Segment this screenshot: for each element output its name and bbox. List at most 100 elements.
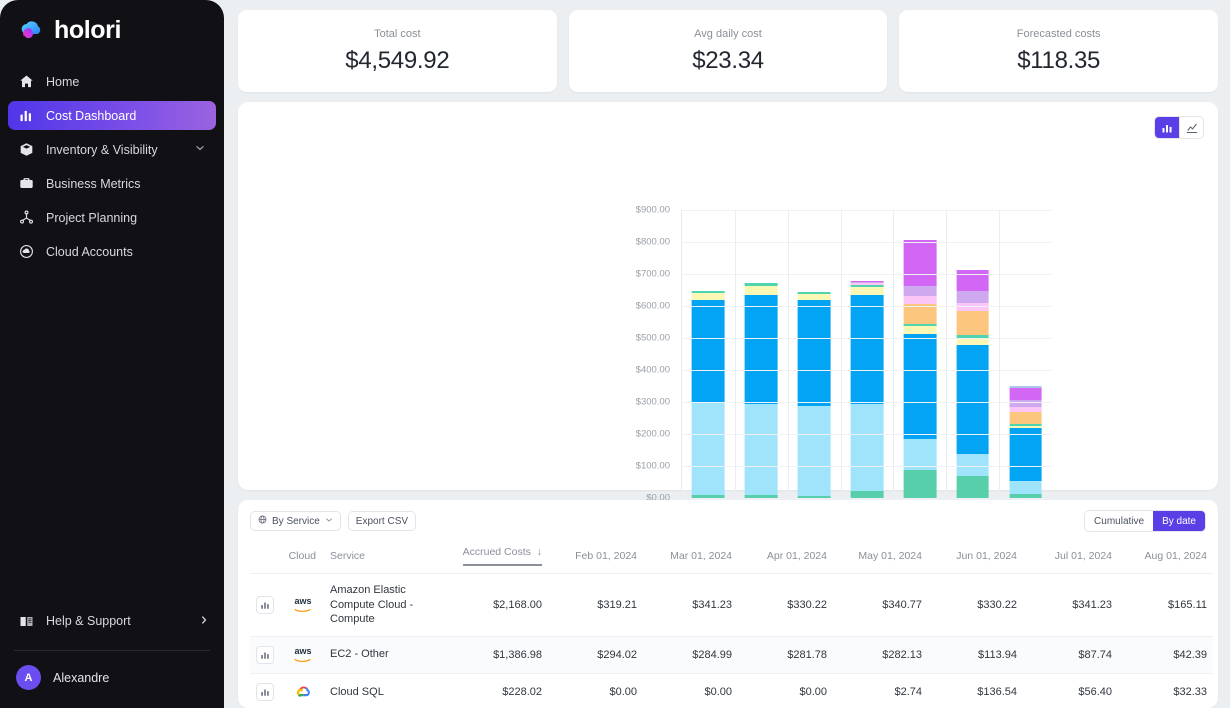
sidebar-item-home[interactable]: Home <box>8 67 216 96</box>
help-and-support-item[interactable]: Help & Support <box>18 606 210 636</box>
row-month-cost: $0.00 <box>643 673 738 708</box>
chart-bar-segment <box>956 345 989 454</box>
chart-bar-segment <box>956 476 989 498</box>
chart-type-toggle <box>1154 116 1204 139</box>
kpi-label: Total cost <box>374 28 420 40</box>
row-chart-button-cell <box>250 574 278 637</box>
row-month-cost: $87.74 <box>1023 636 1118 673</box>
chart-vertical-gridline <box>788 210 789 530</box>
row-month-cost: $56.40 <box>1023 673 1118 708</box>
bar-chart-icon <box>18 108 34 124</box>
table-row[interactable]: awsAmazon Elastic Compute Cloud - Comput… <box>250 574 1213 637</box>
cost-chart-panel: $900.00$800.00$700.00$600.00$500.00$400.… <box>238 102 1218 490</box>
y-axis-tick-label: $500.00 <box>636 333 670 344</box>
globe-icon <box>258 515 267 527</box>
chart-bar-segment <box>1009 412 1042 425</box>
briefcase-icon <box>18 176 34 192</box>
brand-name: holori <box>54 16 121 45</box>
chevron-down-icon <box>325 516 333 527</box>
chart-stacked-bar[interactable] <box>1009 386 1042 498</box>
chart-bar-segment <box>851 287 884 295</box>
chart-bar-segment <box>851 404 884 491</box>
chart-bar-segment <box>1009 388 1042 400</box>
row-bar-chart-icon[interactable] <box>256 646 274 664</box>
cost-table-panel: By Service Export CSV Cumulative By date… <box>238 500 1218 708</box>
row-bar-chart-icon[interactable] <box>256 683 274 701</box>
row-month-cost: $281.78 <box>738 636 833 673</box>
sidebar-item-label: Cost Dashboard <box>46 109 206 123</box>
kpi-total-cost: Total cost $4,549.92 <box>238 10 557 92</box>
chart-vertical-gridline <box>841 210 842 530</box>
chart-bar-segment <box>745 295 778 404</box>
by-date-button[interactable]: By date <box>1153 511 1205 531</box>
row-service-name: Cloud SQL <box>322 673 440 708</box>
chart-stacked-bar[interactable] <box>798 292 831 498</box>
sidebar-item-label: Inventory & Visibility <box>46 143 182 157</box>
sidebar-item-cloud-accounts[interactable]: Cloud Accounts <box>8 237 216 266</box>
sidebar: holori Home Cost Dashboard Inventory & V… <box>0 0 224 708</box>
app-root: holori Home Cost Dashboard Inventory & V… <box>0 0 1230 708</box>
chart-bar-segment <box>903 286 936 296</box>
row-month-cost: $136.54 <box>928 673 1023 708</box>
kpi-cards: Total cost $4,549.92 Avg daily cost $23.… <box>238 10 1218 92</box>
row-cloud-provider-logo: aws <box>278 574 322 637</box>
chart-bar-segment <box>903 326 936 333</box>
row-month-cost: $294.02 <box>548 636 643 673</box>
chart-bar-segment <box>903 240 936 285</box>
chart-bar-segment <box>903 334 936 440</box>
row-bar-chart-icon[interactable] <box>256 596 274 614</box>
toggle-line-chart[interactable] <box>1179 117 1203 138</box>
group-by-label: By Service <box>272 516 320 527</box>
row-month-cost: $2.74 <box>833 673 928 708</box>
sort-desc-icon: ↓ <box>534 546 542 558</box>
hierarchy-icon <box>18 210 34 226</box>
chevron-right-icon[interactable] <box>198 614 210 629</box>
accrued-costs-label: Accrued Costs <box>463 546 531 558</box>
row-month-cost: $319.21 <box>548 574 643 637</box>
chart-gridline <box>682 210 1052 211</box>
row-month-cost: $0.00 <box>548 673 643 708</box>
table-controls: By Service Export CSV Cumulative By date <box>250 510 1206 532</box>
kpi-value: $23.34 <box>692 47 764 75</box>
google-cloud-logo-icon <box>290 683 316 701</box>
user-profile[interactable]: A Alexandre <box>0 651 224 708</box>
table-row[interactable]: Cloud SQL$228.02$0.00$0.00$0.00$2.74$136… <box>250 673 1213 708</box>
group-by-service-dropdown[interactable]: By Service <box>250 511 341 531</box>
chart-gridline <box>682 242 1052 243</box>
row-month-cost: $341.23 <box>1023 574 1118 637</box>
table-head: Cloud Service Accrued Costs ↓ Feb 01, 20… <box>250 546 1213 574</box>
chart-bar-segment <box>956 311 989 334</box>
chart-bar-segment <box>903 470 936 498</box>
table-row[interactable]: awsEC2 - Other$1,386.98$294.02$284.99$28… <box>250 636 1213 673</box>
kpi-forecasted-costs: Forecasted costs $118.35 <box>899 10 1218 92</box>
sidebar-item-cost-dashboard[interactable]: Cost Dashboard <box>8 101 216 130</box>
chart-bar-segment <box>692 300 725 402</box>
chart-bar-segment <box>903 296 936 304</box>
sidebar-item-project-planning[interactable]: Project Planning <box>8 203 216 232</box>
cube-icon <box>18 142 34 158</box>
col-header-cloud: Cloud <box>278 546 322 574</box>
chart-stacked-bar[interactable] <box>956 270 989 498</box>
sidebar-nav: Home Cost Dashboard Inventory & Visibili… <box>0 67 224 271</box>
chart-bar-segment <box>745 286 778 296</box>
row-accrued-cost: $2,168.00 <box>440 574 548 637</box>
avatar: A <box>16 665 41 690</box>
export-csv-button[interactable]: Export CSV <box>348 511 416 531</box>
sidebar-item-business-metrics[interactable]: Business Metrics <box>8 169 216 198</box>
row-month-cost: $341.23 <box>643 574 738 637</box>
chart-vertical-gridline <box>946 210 947 530</box>
cumulative-button[interactable]: Cumulative <box>1085 511 1153 531</box>
chart-gridline <box>682 274 1052 275</box>
chevron-down-icon[interactable] <box>194 142 206 157</box>
kpi-value: $4,549.92 <box>345 47 449 75</box>
col-header-chart-icon <box>250 546 278 574</box>
toggle-bar-chart[interactable] <box>1155 117 1179 138</box>
row-service-name: EC2 - Other <box>322 636 440 673</box>
chart-bar-segment <box>745 404 778 495</box>
col-header-accrued-costs[interactable]: Accrued Costs ↓ <box>440 546 548 574</box>
row-month-cost: $113.94 <box>928 636 1023 673</box>
sidebar-item-inventory-visibility[interactable]: Inventory & Visibility <box>8 135 216 164</box>
chart-y-axis: $900.00$800.00$700.00$600.00$500.00$400.… <box>620 210 676 530</box>
chart-vertical-gridline <box>735 210 736 530</box>
row-chart-button-cell <box>250 636 278 673</box>
